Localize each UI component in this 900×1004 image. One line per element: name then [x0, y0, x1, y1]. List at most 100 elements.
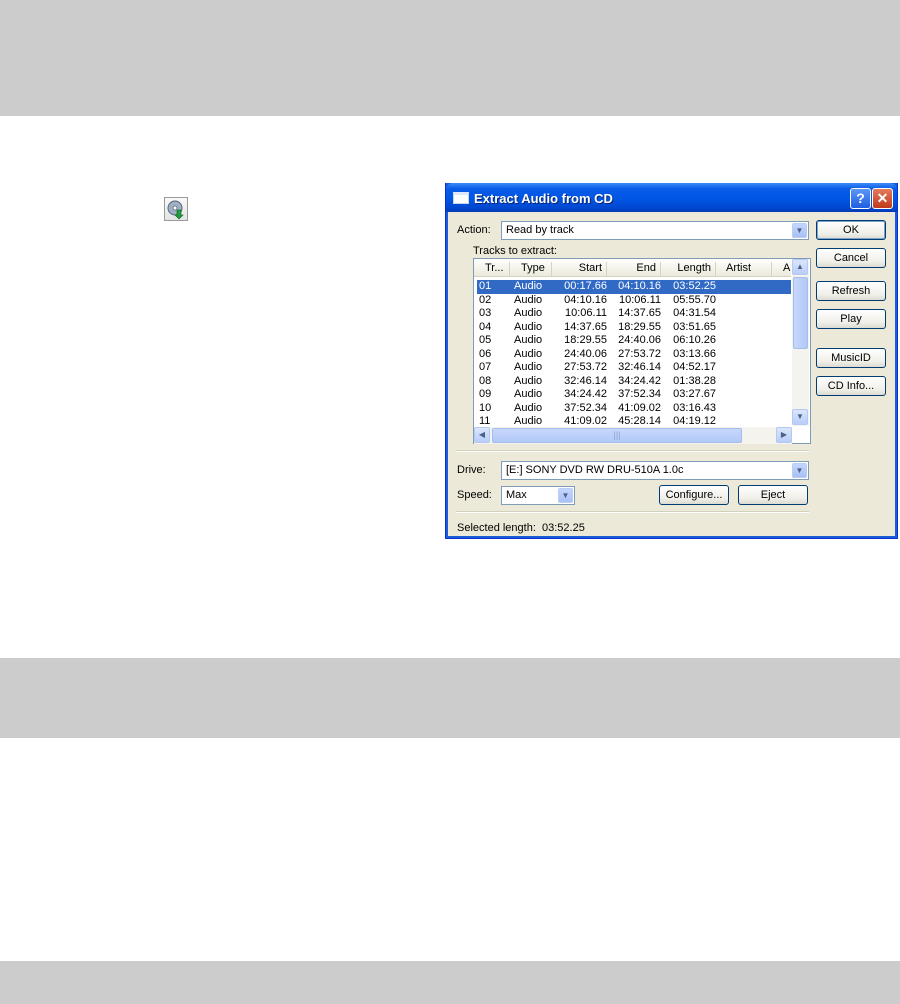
- cell-end: 34:24.42: [618, 374, 661, 387]
- horizontal-scrollbar[interactable]: ◀ ||| ▶: [474, 427, 792, 444]
- cell-length: 03:16.43: [673, 401, 716, 414]
- dialog-title: Extract Audio from CD: [474, 191, 613, 206]
- cell-start: 18:29.55: [564, 334, 607, 346]
- track-row[interactable]: 07 Audio 27:53.72 32:46.14 04:52.17: [477, 361, 791, 375]
- action-value: Read by track: [506, 224, 574, 236]
- track-row[interactable]: 03 Audio 10:06.11 14:37.65 04:31.54: [477, 307, 791, 321]
- cell-track: 08: [479, 374, 492, 387]
- drive-label: Drive:: [457, 464, 486, 476]
- track-row[interactable]: 09 Audio 34:24.42 37:52.34 03:27.67: [477, 388, 791, 402]
- chevron-down-icon[interactable]: ▼: [792, 223, 807, 238]
- title-bar[interactable]: Extract Audio from CD ? ✕: [446, 183, 897, 212]
- cell-type: Audio: [514, 361, 543, 373]
- cell-length: 05:55.70: [673, 293, 716, 306]
- track-row[interactable]: 04 Audio 14:37.65 18:29.55 03:51.65: [477, 321, 791, 335]
- cell-end: 24:40.06: [618, 334, 661, 346]
- configure-button[interactable]: Configure...: [659, 485, 729, 505]
- chevron-down-icon[interactable]: ▼: [792, 463, 807, 478]
- cell-track: 02: [479, 293, 492, 306]
- extract-audio-dialog: Extract Audio from CD ? ✕ Action: Read b…: [445, 183, 898, 539]
- cell-length: 03:27.67: [673, 388, 716, 400]
- action-dropdown[interactable]: Read by track ▼: [501, 221, 809, 240]
- eject-button[interactable]: Eject: [738, 485, 808, 505]
- play-button[interactable]: Play: [816, 309, 886, 329]
- cell-track: 03: [479, 307, 492, 319]
- vertical-scroll-thumb[interactable]: [793, 277, 808, 349]
- separator-line: [456, 450, 809, 452]
- scroll-down-icon[interactable]: ▼: [792, 409, 808, 425]
- track-row[interactable]: 10 Audio 37:52.34 41:09.02 03:16.43: [477, 402, 791, 416]
- cell-track: 09: [479, 388, 492, 400]
- cell-type: Audio: [514, 374, 543, 387]
- speed-value: Max: [506, 489, 527, 501]
- cell-length: 03:51.65: [673, 320, 716, 333]
- cell-end: 41:09.02: [618, 401, 661, 414]
- list-header: Tr... Type Start End Length Artist A: [474, 259, 791, 277]
- column-end[interactable]: End: [607, 262, 661, 276]
- cell-end: 14:37.65: [618, 307, 661, 319]
- column-length[interactable]: Length: [661, 262, 716, 276]
- cell-end: 37:52.34: [618, 388, 661, 400]
- vertical-scrollbar[interactable]: ▲ ▼: [792, 259, 809, 426]
- tracks-label: Tracks to extract:: [473, 245, 557, 257]
- cell-length: 03:52.25: [673, 280, 716, 292]
- cell-length: 04:31.54: [673, 307, 716, 319]
- cell-end: 04:10.16: [618, 280, 661, 292]
- cell-type: Audio: [514, 307, 543, 319]
- track-row[interactable]: 01 Audio 00:17.66 04:10.16 03:52.25: [477, 280, 791, 294]
- action-label: Action:: [457, 224, 491, 236]
- refresh-button[interactable]: Refresh: [816, 281, 886, 301]
- close-button[interactable]: ✕: [872, 188, 893, 209]
- cell-start: 10:06.11: [564, 307, 607, 319]
- musicid-button[interactable]: MusicID: [816, 348, 886, 368]
- tracks-list[interactable]: Tr... Type Start End Length Artist A 01 A…: [473, 258, 811, 444]
- selected-length-label: Selected length:: [457, 522, 536, 534]
- speed-dropdown[interactable]: Max ▼: [501, 486, 575, 505]
- top-band: [0, 0, 900, 116]
- cell-type: Audio: [514, 401, 543, 414]
- cell-track: 04: [479, 320, 492, 333]
- cell-track: 07: [479, 361, 492, 373]
- cell-type: Audio: [514, 293, 543, 306]
- track-rows: 01 Audio 00:17.66 04:10.16 03:52.25 02 Audio 04…: [477, 280, 791, 429]
- column-artist[interactable]: Artist: [716, 262, 772, 276]
- help-button[interactable]: ?: [850, 188, 871, 209]
- drive-value: [E:] SONY DVD RW DRU-510A 1.0c: [506, 464, 684, 476]
- cell-start: 24:40.06: [564, 347, 607, 360]
- ok-button[interactable]: OK: [816, 220, 886, 240]
- cell-type: Audio: [514, 280, 543, 292]
- cell-type: Audio: [514, 334, 543, 346]
- cell-track: 05: [479, 334, 492, 346]
- cancel-button[interactable]: Cancel: [816, 248, 886, 268]
- cell-track: 06: [479, 347, 492, 360]
- cd-disc-icon: [167, 200, 184, 220]
- cell-type: Audio: [514, 320, 543, 333]
- column-type[interactable]: Type: [510, 262, 552, 276]
- separator-line-bottom: [456, 511, 809, 513]
- scroll-right-icon[interactable]: ▶: [776, 427, 792, 443]
- scroll-left-icon[interactable]: ◀: [474, 427, 490, 443]
- cell-length: 01:38.28: [673, 374, 716, 387]
- horizontal-scroll-thumb[interactable]: |||: [492, 428, 742, 443]
- drive-dropdown[interactable]: [E:] SONY DVD RW DRU-510A 1.0c ▼: [501, 461, 809, 480]
- track-row[interactable]: 05 Audio 18:29.55 24:40.06 06:10.26: [477, 334, 791, 348]
- column-start[interactable]: Start: [552, 262, 607, 276]
- cell-type: Audio: [514, 347, 543, 360]
- cell-start: 32:46.14: [564, 374, 607, 387]
- scroll-up-icon[interactable]: ▲: [792, 259, 808, 275]
- column-track[interactable]: Tr...: [474, 262, 510, 276]
- column-album[interactable]: A: [772, 262, 791, 276]
- cell-start: 14:37.65: [564, 320, 607, 333]
- cell-length: 06:10.26: [673, 334, 716, 346]
- track-row[interactable]: 08 Audio 32:46.14 34:24.42 01:38.28: [477, 375, 791, 389]
- extract-audio-cd-icon[interactable]: [164, 197, 188, 221]
- track-row[interactable]: 02 Audio 04:10.16 10:06.11 05:55.70: [477, 294, 791, 308]
- cell-track: 10: [479, 401, 492, 414]
- selected-length-value: 03:52.25: [542, 522, 585, 534]
- chevron-down-icon[interactable]: ▼: [558, 488, 573, 503]
- speed-label: Speed:: [457, 489, 492, 501]
- track-row[interactable]: 06 Audio 24:40.06 27:53.72 03:13.66: [477, 348, 791, 362]
- middle-band: [0, 658, 900, 738]
- cell-start: 04:10.16: [564, 293, 607, 306]
- cd-info-button[interactable]: CD Info...: [816, 376, 886, 396]
